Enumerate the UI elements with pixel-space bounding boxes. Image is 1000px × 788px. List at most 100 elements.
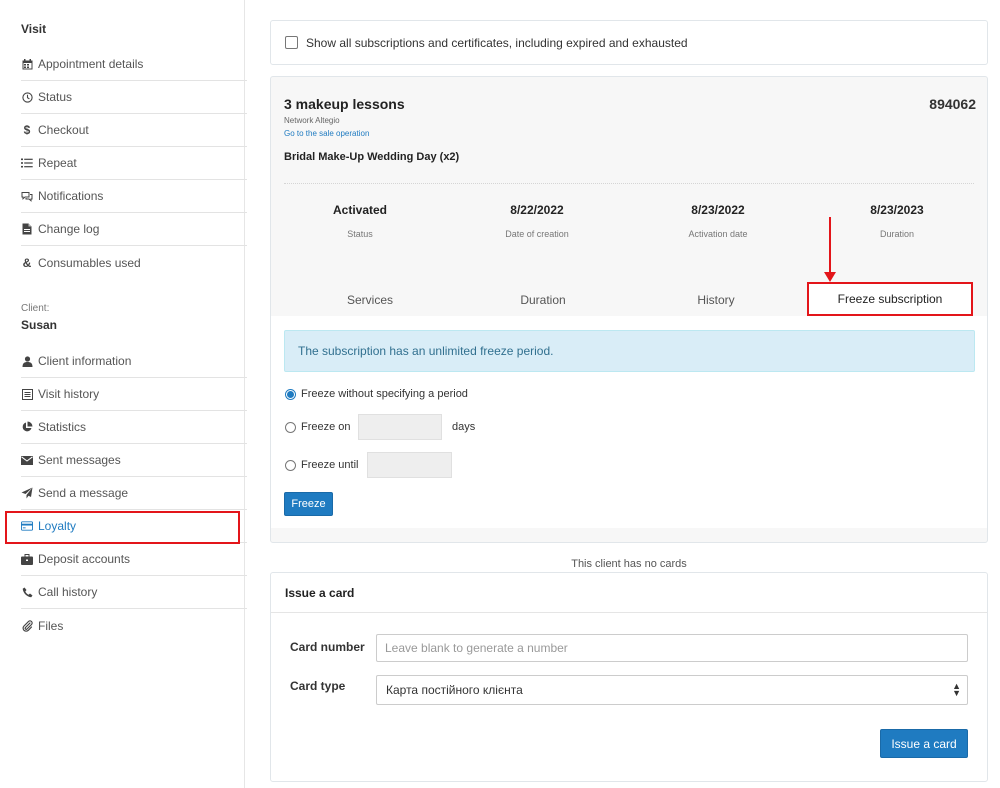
- freeze-option-no-period[interactable]: Freeze without specifying a period: [285, 388, 468, 400]
- freeze-info-alert: The subscription has an unlimited freeze…: [284, 330, 975, 372]
- phone-icon: [21, 586, 33, 598]
- radio-label: Freeze until: [301, 459, 359, 471]
- sidebar-item-sent-messages[interactable]: Sent messages: [21, 444, 247, 477]
- ampersand-icon: &: [22, 255, 32, 270]
- list-icon: [21, 157, 33, 169]
- stat-label: Date of creation: [505, 229, 569, 239]
- paperclip-icon: [21, 619, 33, 632]
- file-icon: [21, 223, 33, 235]
- tab-history[interactable]: History: [636, 293, 796, 307]
- stat-value: 8/23/2022: [691, 203, 745, 217]
- sidebar-item-send-a-message[interactable]: Send a message: [21, 477, 247, 510]
- stat-status: Activated Status: [285, 203, 435, 239]
- freeze-until-date-input[interactable]: [367, 452, 452, 478]
- tab-freeze-subscription[interactable]: Freeze subscription: [807, 282, 973, 316]
- divider: [284, 183, 974, 184]
- sidebar-item-appointment-details[interactable]: Appointment details: [21, 48, 247, 81]
- tab-services[interactable]: Services: [290, 293, 450, 307]
- paper-plane-icon: [21, 487, 33, 499]
- sale-operation-link[interactable]: Go to the sale operation: [284, 129, 369, 138]
- tab-duration[interactable]: Duration: [463, 293, 623, 307]
- briefcase-icon: [21, 553, 33, 565]
- visit-heading: Visit: [21, 22, 47, 36]
- sidebar-item-label: Checkout: [38, 123, 89, 137]
- radio-label: Freeze on: [301, 421, 351, 433]
- sidebar-item-label: Change log: [38, 222, 100, 236]
- stat-value: 8/22/2022: [510, 203, 564, 217]
- list-box-icon: [21, 388, 33, 400]
- sidebar-item-label: Call history: [38, 585, 98, 599]
- annotation-arrow-head: [824, 272, 836, 282]
- freeze-option-until[interactable]: Freeze until: [285, 459, 358, 471]
- radio-button[interactable]: [285, 388, 296, 400]
- card-type-select[interactable]: Карта постійного клієнта ▲ ▼: [376, 675, 968, 705]
- chat-icon: [21, 190, 33, 202]
- sidebar-item-visit-history[interactable]: Visit history: [21, 378, 247, 411]
- sidebar-item-deposit-accounts[interactable]: Deposit accounts: [21, 543, 247, 576]
- issue-card-heading: Issue a card: [271, 573, 987, 613]
- show-all-label[interactable]: Show all subscriptions and certificates,…: [306, 36, 688, 50]
- card-type-label: Card type: [290, 679, 346, 693]
- sidebar-item-label: Repeat: [38, 156, 77, 170]
- issue-card-button[interactable]: Issue a card: [880, 729, 968, 758]
- subscription-network: Network Altegio: [284, 116, 340, 125]
- sidebar-item-client-information[interactable]: Client information: [21, 345, 247, 378]
- card-number-input[interactable]: [376, 634, 968, 662]
- sidebar-item-label: Status: [38, 90, 73, 104]
- select-caret-icon: ▲ ▼: [952, 681, 961, 698]
- loyalty-highlight-frame: [5, 511, 240, 544]
- sidebar-item-files[interactable]: Files: [21, 609, 247, 642]
- stat-label: Status: [347, 229, 373, 239]
- subscription-service: Bridal Make-Up Wedding Day (x2): [284, 151, 460, 163]
- client-name: Susan: [21, 318, 58, 332]
- sidebar-item-label: Send a message: [38, 486, 129, 500]
- sidebar-item-label: Deposit accounts: [38, 552, 131, 566]
- stat-date-of-creation: 8/22/2022 Date of creation: [462, 203, 612, 239]
- calendar-icon: [21, 58, 33, 70]
- clock-icon: [21, 91, 33, 103]
- sidebar-item-label: Client information: [38, 354, 132, 368]
- sidebar-item-consumables-used[interactable]: & Consumables used: [21, 246, 247, 279]
- days-label: days: [452, 421, 476, 433]
- card-number-label: Card number: [290, 640, 365, 654]
- sidebar-item-label: Visit history: [38, 387, 100, 401]
- card-type-value: Карта постійного клієнта: [386, 683, 523, 697]
- subscription-number: 894062: [929, 96, 976, 112]
- client-label: Client:: [21, 303, 50, 314]
- no-cards-message: This client has no cards: [571, 558, 687, 570]
- sidebar-item-checkout[interactable]: $ Checkout: [21, 114, 247, 147]
- filter-panel: Show all subscriptions and certificates,…: [270, 20, 988, 65]
- sidebar-item-change-log[interactable]: Change log: [21, 213, 247, 246]
- stat-label: Duration: [879, 229, 915, 239]
- sidebar-item-label: Consumables used: [38, 255, 141, 270]
- annotation-arrow-line: [829, 217, 831, 275]
- stat-label: Activation date: [688, 229, 748, 239]
- envelope-icon: [21, 454, 33, 466]
- dollar-icon: $: [23, 123, 31, 137]
- sidebar-item-notifications[interactable]: Notifications: [21, 180, 247, 213]
- freeze-days-input[interactable]: [358, 414, 442, 440]
- show-all-checkbox[interactable]: [285, 36, 298, 49]
- freeze-option-on[interactable]: Freeze on: [285, 421, 351, 433]
- sidebar-item-statistics[interactable]: Statistics: [21, 411, 247, 444]
- radio-button[interactable]: [285, 421, 296, 433]
- sidebar-item-label: Statistics: [38, 420, 87, 434]
- subscription-title: 3 makeup lessons: [284, 96, 405, 112]
- stat-value: Activated: [332, 203, 388, 217]
- sidebar-item-label: Sent messages: [38, 453, 121, 467]
- stat-value: 8/23/2023: [870, 203, 924, 217]
- radio-label: Freeze without specifying a period: [301, 388, 468, 400]
- sidebar-item-repeat[interactable]: Repeat: [21, 147, 247, 180]
- sidebar: Visit Appointment details Status $ Check…: [0, 0, 247, 788]
- stat-activation-date: 8/23/2022 Activation date: [643, 203, 793, 239]
- sidebar-item-label: Files: [38, 618, 64, 633]
- radio-button[interactable]: [285, 459, 296, 471]
- freeze-button[interactable]: Freeze: [284, 492, 333, 516]
- pie-chart-icon: [21, 421, 33, 433]
- sidebar-item-label: Notifications: [38, 189, 104, 203]
- sidebar-item-status[interactable]: Status: [21, 81, 247, 114]
- sidebar-item-label: Appointment details: [38, 57, 144, 71]
- user-icon: [21, 355, 33, 367]
- stat-duration: 8/23/2023 Duration: [822, 203, 972, 239]
- sidebar-item-call-history[interactable]: Call history: [21, 576, 247, 609]
